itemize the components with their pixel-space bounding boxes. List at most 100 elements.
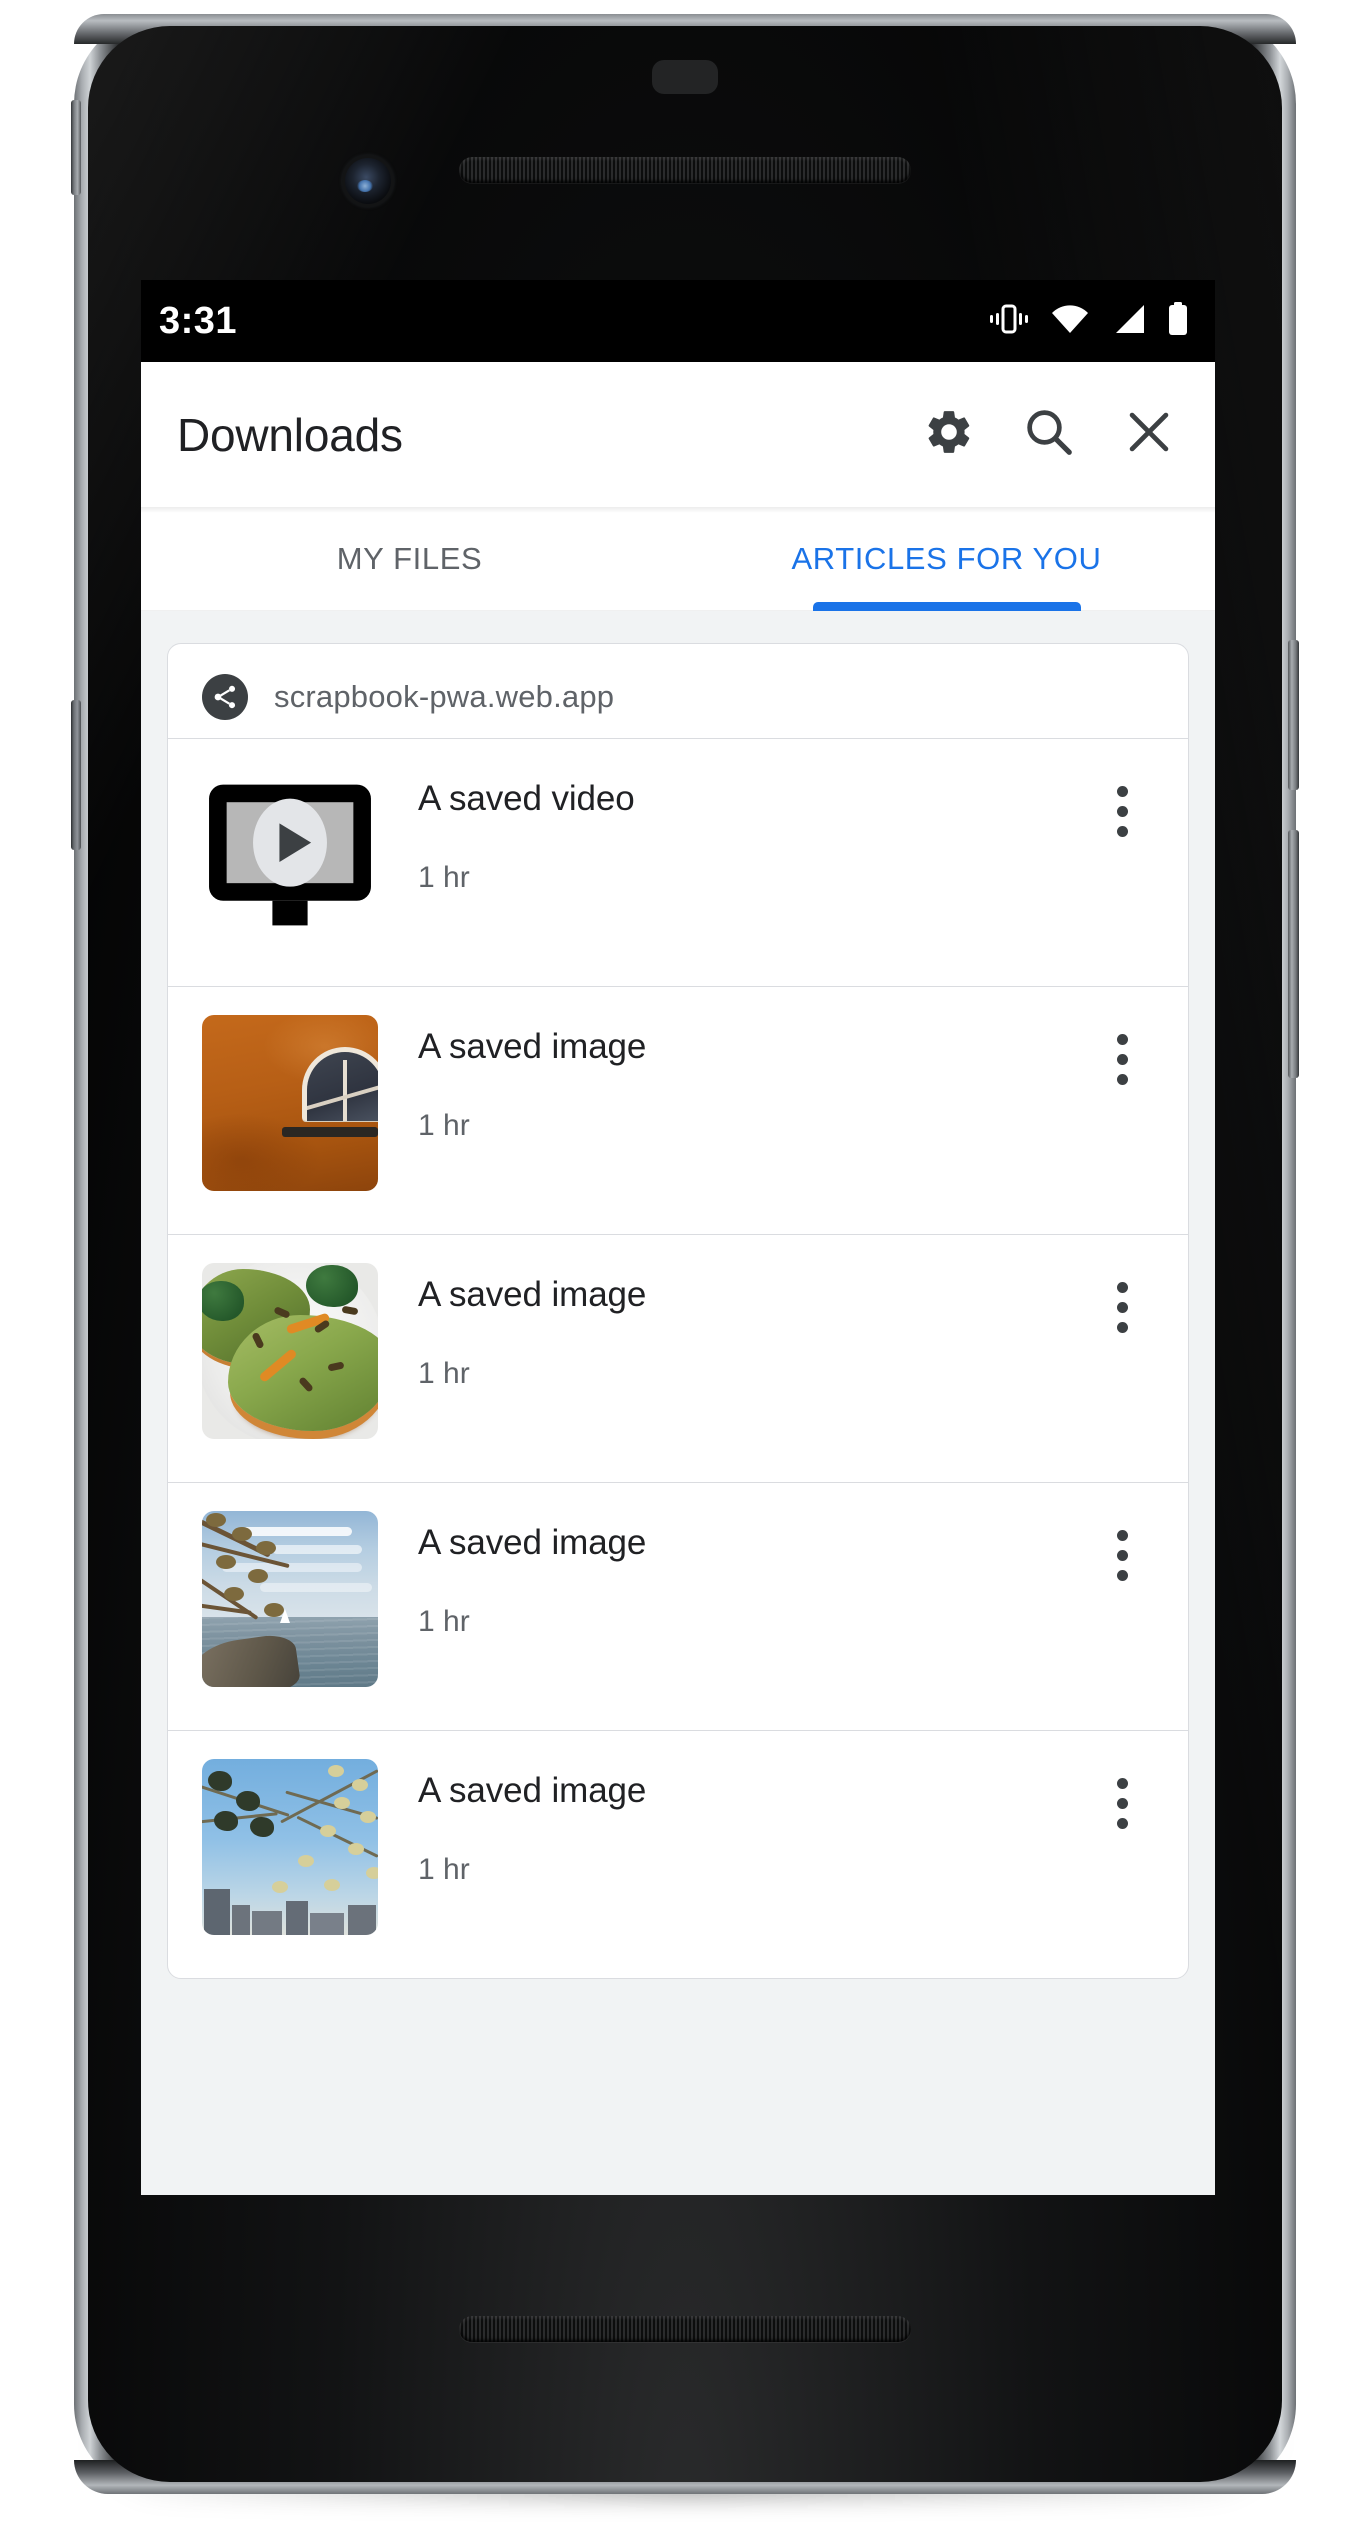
list-item[interactable]: A saved image 1 hr	[168, 986, 1188, 1234]
dot	[1116, 825, 1128, 837]
card-header: scrapbook-pwa.web.app	[168, 644, 1188, 738]
list-item-text: A saved image 1 hr	[378, 1257, 1086, 1391]
list-item-age: 1 hr	[418, 1109, 470, 1142]
photo-surface	[202, 1759, 378, 1935]
overflow-menu-icon[interactable]	[1086, 1271, 1158, 1343]
app-screen: Downloads MY FILES ARTICLES FOR YOU scra…	[141, 362, 1215, 2195]
camera-lens-glint	[357, 180, 373, 192]
window-ledge	[282, 1127, 378, 1137]
building	[348, 1905, 376, 1935]
building	[286, 1901, 308, 1935]
dot	[1116, 1321, 1128, 1333]
downloads-list-container[interactable]: scrapbook-pwa.web.app A saved video 1 hr…	[141, 611, 1215, 2195]
close-button[interactable]	[1117, 403, 1181, 467]
list-item-title: A saved image	[418, 1523, 647, 1562]
app-toolbar: Downloads	[141, 362, 1215, 507]
blossom	[320, 1825, 336, 1837]
dot	[1116, 1033, 1128, 1045]
blossom	[366, 1867, 378, 1879]
share-icon	[202, 674, 248, 720]
gear-icon	[923, 406, 975, 463]
overflow-menu-icon[interactable]	[1086, 1767, 1158, 1839]
wifi-icon	[1051, 304, 1089, 339]
list-item-title: A saved image	[418, 1771, 647, 1810]
list-item-text: A saved image 1 hr	[378, 1009, 1086, 1143]
dot	[1116, 1797, 1128, 1809]
arched-window	[302, 1047, 378, 1121]
avocado-toast-photo	[202, 1263, 378, 1439]
list-item-text: A saved image 1 hr	[378, 1505, 1086, 1639]
building	[232, 1905, 250, 1935]
dot	[1116, 1073, 1128, 1085]
toolbar-actions	[917, 403, 1181, 467]
dark-leaf	[208, 1771, 232, 1791]
blossom	[352, 1779, 368, 1791]
garnish-leaf	[306, 1265, 358, 1307]
card-origin-label: scrapbook-pwa.web.app	[274, 679, 615, 714]
blossom	[328, 1765, 344, 1777]
left-antenna-band	[71, 100, 81, 195]
list-item-text: A saved image 1 hr	[378, 1753, 1086, 1887]
status-clock: 3:31	[159, 299, 238, 342]
device-top-antenna-notch	[652, 60, 718, 94]
toast-slice-front	[228, 1315, 378, 1431]
cell-signal-icon	[1111, 304, 1145, 339]
battery-icon	[1167, 301, 1189, 341]
origin-card: scrapbook-pwa.web.app A saved video 1 hr…	[167, 643, 1189, 1979]
video-placeholder-icon	[202, 767, 378, 943]
cloud	[272, 1545, 362, 1554]
overflow-menu-icon[interactable]	[1086, 1519, 1158, 1591]
dark-leaf	[250, 1817, 274, 1837]
list-item-age: 1 hr	[418, 861, 470, 894]
tab-bar: MY FILES ARTICLES FOR YOU	[141, 507, 1215, 611]
power-button[interactable]	[1288, 640, 1299, 790]
list-item[interactable]: A saved image 1 hr	[168, 1730, 1188, 1978]
list-item[interactable]: A saved video 1 hr	[168, 738, 1188, 986]
photo-surface	[202, 1511, 378, 1687]
search-icon	[1022, 405, 1076, 464]
blossom	[298, 1855, 314, 1867]
volume-rocker-button[interactable]	[1288, 830, 1299, 1078]
dot	[1116, 1777, 1128, 1789]
dot	[1116, 1053, 1128, 1065]
city-skyline-photo	[202, 1759, 378, 1935]
building	[252, 1911, 282, 1935]
foliage	[206, 1513, 226, 1527]
tab-my-files[interactable]: MY FILES	[141, 507, 678, 611]
dot	[1116, 1529, 1128, 1541]
settings-button[interactable]	[917, 403, 981, 467]
foliage	[232, 1527, 252, 1541]
tab-articles-for-you[interactable]: ARTICLES FOR YOU	[678, 507, 1215, 611]
list-item[interactable]: A saved image 1 hr	[168, 1234, 1188, 1482]
search-button[interactable]	[1017, 403, 1081, 467]
list-item-text: A saved video 1 hr	[378, 761, 1086, 895]
dark-leaf	[214, 1811, 238, 1831]
foliage	[224, 1587, 244, 1601]
dot	[1116, 785, 1128, 797]
list-item-age: 1 hr	[418, 1605, 470, 1638]
page-title: Downloads	[177, 408, 403, 461]
device-stage: 3:31 Downloads MY FILES ARTICLES FOR YOU…	[0, 0, 1370, 2534]
foliage	[216, 1555, 236, 1569]
orange-wall-photo	[202, 1015, 378, 1191]
list-item-age: 1 hr	[418, 1357, 470, 1390]
overflow-menu-icon[interactable]	[1086, 775, 1158, 847]
photo-surface	[202, 1015, 378, 1191]
foliage	[264, 1603, 284, 1617]
status-icons	[989, 301, 1189, 341]
close-icon	[1123, 406, 1175, 463]
list-item-age: 1 hr	[418, 1853, 470, 1886]
overflow-menu-icon[interactable]	[1086, 1023, 1158, 1095]
status-bar: 3:31	[141, 280, 1215, 362]
blossom	[360, 1811, 376, 1823]
photo-surface	[202, 1263, 378, 1439]
dot	[1116, 1569, 1128, 1581]
list-item[interactable]: A saved image 1 hr	[168, 1482, 1188, 1730]
garnish-leaf	[202, 1281, 244, 1321]
vibrate-icon	[989, 302, 1029, 341]
foliage	[248, 1569, 268, 1583]
cloud	[260, 1583, 372, 1592]
blossom	[334, 1797, 350, 1809]
dark-leaf	[236, 1791, 260, 1811]
dot	[1116, 1301, 1128, 1313]
